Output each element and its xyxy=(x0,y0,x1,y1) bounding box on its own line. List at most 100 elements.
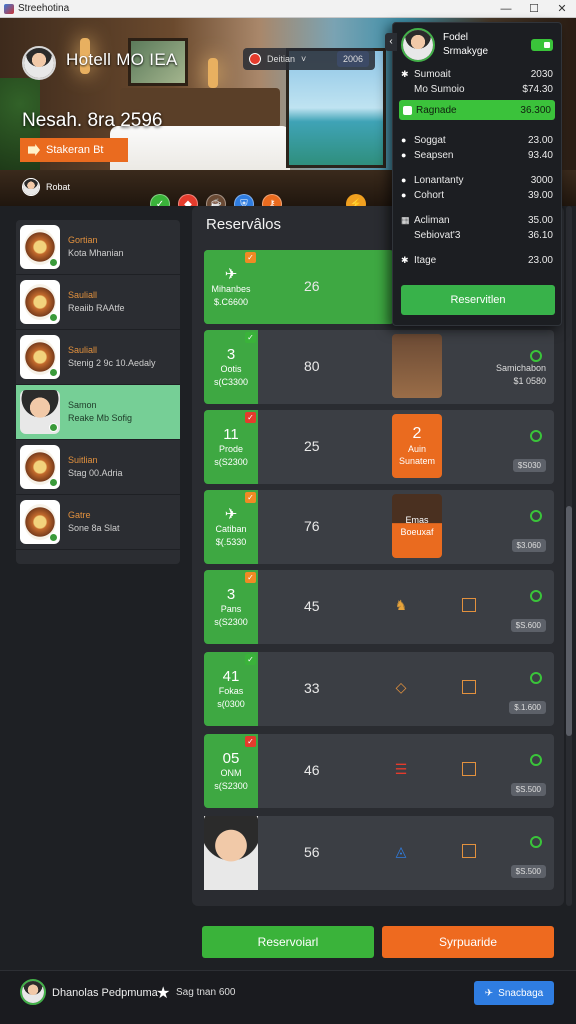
overlay-row-icon: ▦ xyxy=(401,215,410,225)
tile-label: Prode xyxy=(218,443,244,454)
scrollbar[interactable] xyxy=(566,206,572,906)
hero-user[interactable]: Robat xyxy=(22,178,70,196)
reservation-row[interactable]: ✓ 05 ONM s(S2300 46 ☰ $S.500 xyxy=(204,734,554,808)
shield-icon[interactable]: ⛨ xyxy=(234,194,254,206)
sidebar-item-subtitle: Sone 8a Slat xyxy=(68,523,120,533)
sidebar-item[interactable]: Sauliall Reaiib RAAtfe xyxy=(16,275,180,330)
overlay-row[interactable]: ● Seapsen 93.40 xyxy=(393,148,561,163)
overlay-row[interactable]: ▦ Acliman 35.00 xyxy=(393,213,561,228)
minimize-button[interactable]: — xyxy=(492,0,520,18)
reservation-tile[interactable]: ✓ 3 Ootis s(C3300 xyxy=(204,330,258,404)
reserve-button[interactable]: Reservoiarl xyxy=(202,926,374,958)
secondary-action-button[interactable]: Syrpuaride xyxy=(382,926,554,958)
corner-flag-icon: ✓ xyxy=(245,654,256,665)
room-badge[interactable]: 2 Auin Sunatem xyxy=(392,414,442,478)
overlay-row[interactable]: ● Soggat 23.00 xyxy=(393,133,561,148)
sidebar-item[interactable]: Samon Reake Mb Sofig xyxy=(16,385,180,440)
tag-icon[interactable]: ◆ xyxy=(178,194,198,206)
reservation-row[interactable]: ✓ ✈ Catiban $(.5330 76 Emas Boeuxaf $3.060 xyxy=(204,490,554,564)
overlay-row-label: Ragnade xyxy=(416,104,457,116)
key-icon[interactable]: ⚷ xyxy=(262,194,282,206)
hotel-logo[interactable] xyxy=(22,46,56,80)
room-sub: Sunatem xyxy=(398,456,436,466)
filter-bar[interactable]: Deitian ˅ 2006 xyxy=(243,48,375,70)
overlay-reserve-button[interactable]: Reservitlen xyxy=(401,285,555,315)
overlay-row[interactable]: Mo Sumoio $74.30 xyxy=(393,82,561,97)
user-label: Robat xyxy=(46,182,71,192)
dish-label: Emas xyxy=(405,515,429,525)
plane-icon: ✈ xyxy=(224,505,238,523)
dish-badge[interactable]: Emas Boeuxaf xyxy=(392,494,442,558)
overlay-row[interactable]: ● Lonantanty 3000 xyxy=(393,173,561,188)
coffee-icon[interactable]: ☕ xyxy=(206,194,226,206)
reservation-row[interactable]: ✓ 41 Fokas s(0300 33 ◇ $.1.600 xyxy=(204,652,554,726)
chevron-down-icon: ˅ xyxy=(301,54,307,64)
filter-date[interactable]: 2006 xyxy=(336,51,369,67)
reservation-tile[interactable]: ✓ 05 ONM s(S2300 xyxy=(204,734,258,808)
reservation-row[interactable]: 56 ◬ $S.500 xyxy=(204,816,554,890)
tile-price: s(0300 xyxy=(217,698,245,709)
reservation-row[interactable]: ✓ 11 Prode s(S2300 25 2 Auin Sunatem $S030 xyxy=(204,410,554,484)
reservation-row[interactable]: ✓ 3 Ootis s(C3300 80 Samichabon $1 0580 xyxy=(204,330,554,404)
tile-label: Mihanbes xyxy=(211,283,251,294)
tile-price: s(S2300 xyxy=(214,780,248,791)
reservation-row[interactable]: ✓ ✈ Mihanbes $.C6600 26 xyxy=(204,250,394,324)
sidebar-item[interactable]: Sauliall Stenig 2 9c 10.Aedaly xyxy=(16,330,180,385)
status-dot-icon xyxy=(530,836,542,848)
sidebar-item-subtitle: Stag 00.Adria xyxy=(68,468,123,478)
bottom-action-button[interactable]: ✈ Snacbaga xyxy=(474,981,554,1005)
overlay-row-value: 23.00 xyxy=(527,135,553,146)
scrollbar-thumb[interactable] xyxy=(566,506,572,736)
sidebar-item[interactable]: Gatre Sone 8a Slat xyxy=(16,495,180,550)
bottom-avatar[interactable] xyxy=(20,979,46,1005)
overlay-row[interactable]: ● Cohort 39.00 xyxy=(393,188,561,203)
checkbox-icon[interactable] xyxy=(462,680,476,694)
overlay-row[interactable]: ✱ Sumoait 2030 xyxy=(393,67,561,82)
overlay-row[interactable]: ◼ Ragnade 36.300 xyxy=(399,100,555,120)
collapse-chevron-icon[interactable]: ‹ xyxy=(385,33,397,51)
overlay-row[interactable]: ✱ Itage 23.00 xyxy=(393,253,561,268)
guest-count: 26 xyxy=(304,278,320,294)
room-label: Auin xyxy=(407,444,426,454)
sidebar-item[interactable]: Suitlian Stag 00.Adria xyxy=(16,440,180,495)
status-dot-icon xyxy=(530,430,542,442)
profile-avatar[interactable] xyxy=(401,28,435,62)
close-button[interactable]: ✕ xyxy=(548,0,576,18)
star-icon[interactable]: ★ xyxy=(156,983,170,1003)
sidebar-item[interactable]: Gortian Kota Mhanian xyxy=(16,220,180,275)
checkbox-icon[interactable] xyxy=(462,762,476,776)
sidebar: Gortian Kota Mhanian Sauliall Reaiib RAAtfe… xyxy=(16,220,180,564)
category-icon: ♞ xyxy=(394,597,408,613)
status-badge xyxy=(49,423,58,432)
hero-cta-button[interactable]: Stakeran Bt xyxy=(20,138,128,162)
check-icon[interactable]: ✓ xyxy=(150,194,170,206)
reservation-tile[interactable]: ✓ 3 Pans s(S2300 xyxy=(204,570,258,644)
bottom-name: Dhanolas Pedpmuma xyxy=(52,987,158,999)
overlay-row[interactable]: Sebiovat'3 36.10 xyxy=(393,228,561,243)
tile-label: Ootis xyxy=(220,363,242,374)
checkbox-icon[interactable] xyxy=(462,598,476,612)
tile-label: Catiban xyxy=(215,523,247,534)
reservation-tile[interactable]: ✓ ✈ Catiban $(.5330 xyxy=(204,490,258,564)
bottom-bar: Dhanolas Pedpmuma ★ Sag tnan 600 ✈ Snacb… xyxy=(0,970,576,1024)
status-toggle[interactable] xyxy=(531,39,553,51)
price-pill: $.1.600 xyxy=(509,701,546,714)
tile-number: 41 xyxy=(222,667,240,685)
price-pill: $S030 xyxy=(512,459,546,472)
overlay-row-icon: ● xyxy=(401,150,407,160)
overlay-row-icon: ✱ xyxy=(401,69,409,79)
tile-label: ONM xyxy=(220,767,242,778)
reservation-tile[interactable]: ✓ 11 Prode s(S2300 xyxy=(204,410,258,484)
reservation-row[interactable]: ✓ 3 Pans s(S2300 45 ♞ $S.600 xyxy=(204,570,554,644)
reservation-tile[interactable]: ✓ ✈ Mihanbes $.C6600 xyxy=(204,250,258,324)
window-title: Streehotina xyxy=(18,3,70,14)
maximize-button[interactable]: ☐ xyxy=(520,0,548,18)
window-titlebar: Streehotina — ☐ ✕ xyxy=(0,0,576,18)
tile-price: s(S2300 xyxy=(214,616,248,627)
checkbox-icon[interactable] xyxy=(462,844,476,858)
menu-item-thumbnail xyxy=(20,280,60,324)
detail-price: $1 0580 xyxy=(513,376,546,386)
reservation-tile[interactable]: ✓ 41 Fokas s(0300 xyxy=(204,652,258,726)
flag-icon xyxy=(249,53,261,65)
overlay-row-value: 2030 xyxy=(530,69,553,80)
